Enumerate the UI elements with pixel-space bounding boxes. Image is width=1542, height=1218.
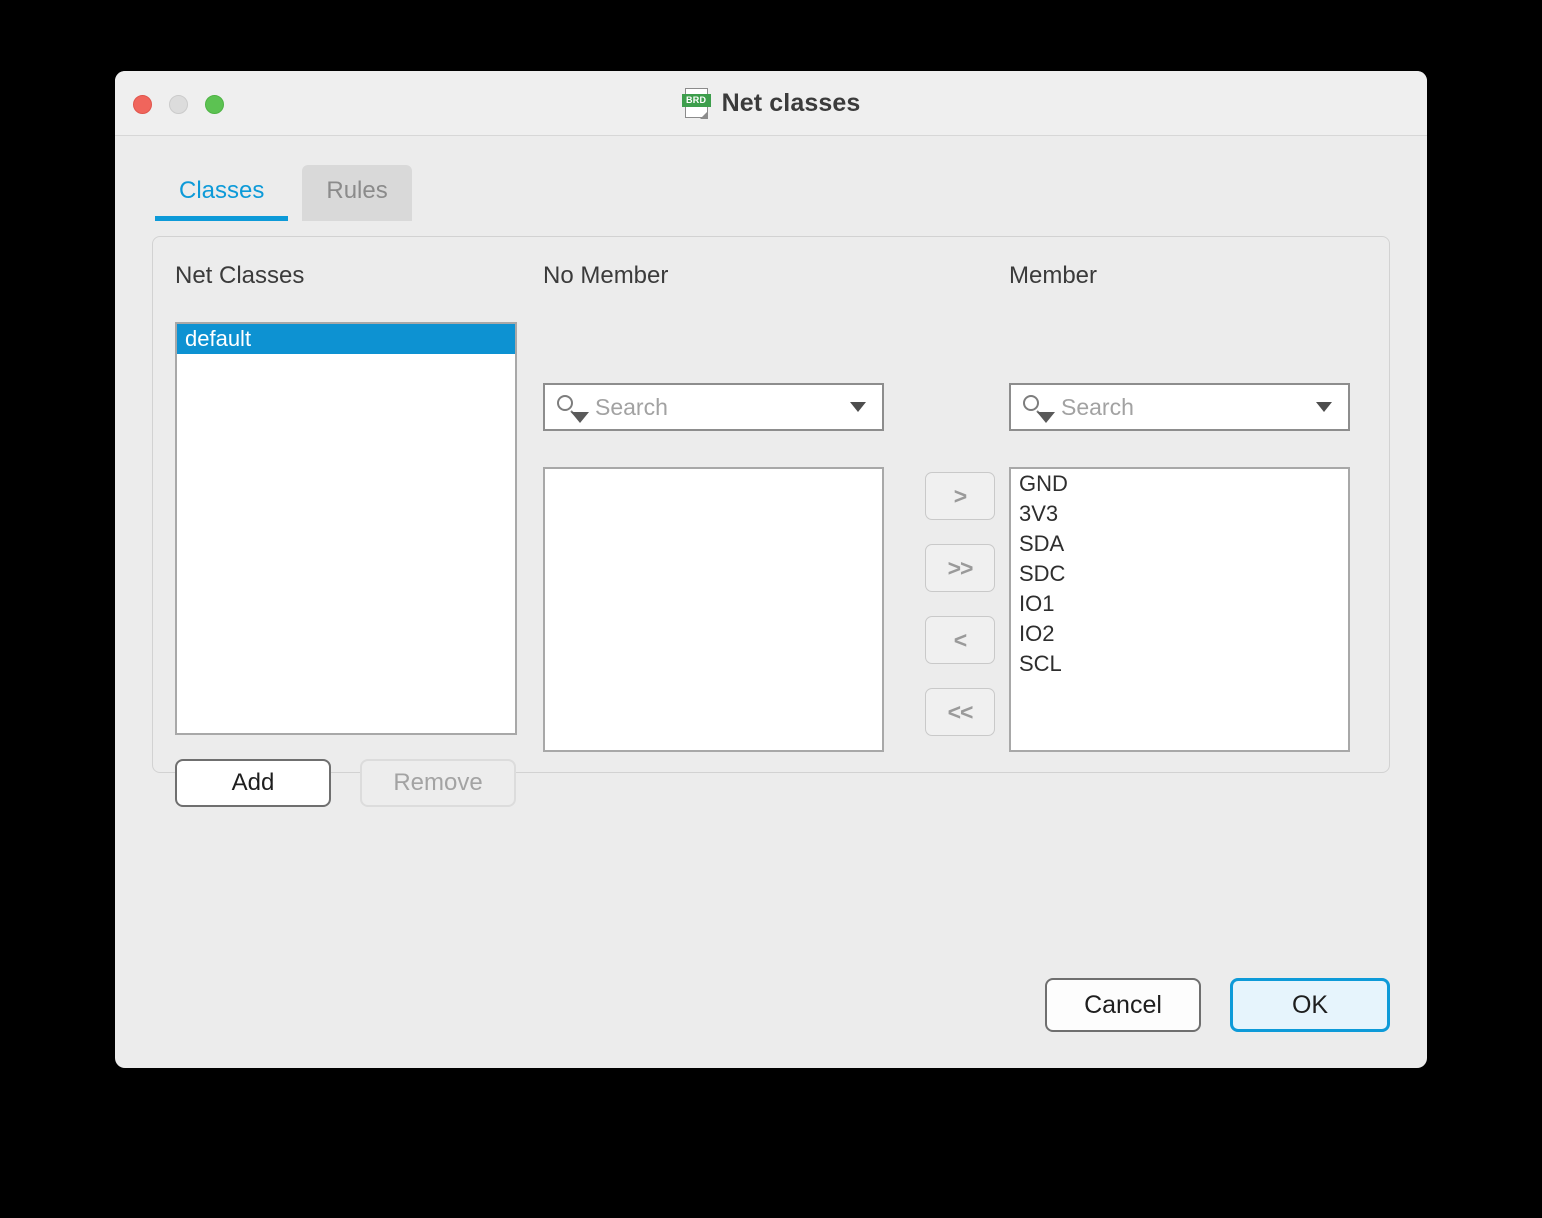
net-classes-dialog: BRD Net classes Classes Rules Net Classe… [115, 71, 1427, 1068]
search-icon [555, 392, 589, 423]
chevron-down-icon[interactable] [1316, 402, 1332, 412]
window-title-group: BRD Net classes [115, 87, 1427, 120]
window-title: Net classes [721, 89, 861, 117]
list-item[interactable]: SDC [1011, 559, 1348, 589]
add-button[interactable]: Add [175, 759, 331, 807]
tab-rules[interactable]: Rules [302, 165, 412, 221]
list-item[interactable]: 3V3 [1011, 499, 1348, 529]
tab-classes[interactable]: Classes [155, 165, 289, 221]
document-fold-corner [699, 111, 708, 119]
ok-button[interactable]: OK [1230, 978, 1390, 1032]
no-member-search-combo[interactable]: Search [543, 383, 884, 431]
move-all-right-button[interactable]: >> [925, 544, 995, 592]
no-member-label: No Member [543, 262, 669, 289]
brd-badge-label: BRD [681, 94, 711, 107]
member-search-combo[interactable]: Search [1009, 383, 1350, 431]
list-item[interactable]: IO2 [1011, 619, 1348, 649]
move-left-button[interactable]: < [925, 616, 995, 664]
member-label: Member [1009, 262, 1098, 289]
no-member-listbox[interactable] [543, 467, 884, 752]
list-item[interactable]: SDA [1011, 529, 1348, 559]
move-right-button[interactable]: > [925, 472, 995, 520]
list-item[interactable]: SCL [1011, 649, 1348, 679]
chevron-down-icon[interactable] [850, 402, 866, 412]
search-icon-glass [1023, 395, 1039, 411]
net-classes-label: Net Classes [175, 262, 305, 289]
member-listbox[interactable]: GND 3V3 SDA SDC IO1 IO2 SCL [1009, 467, 1350, 752]
net-classes-listbox[interactable]: default [175, 322, 517, 735]
list-item[interactable]: IO1 [1011, 589, 1348, 619]
list-item[interactable]: default [177, 324, 515, 354]
member-search-input[interactable]: Search [1061, 394, 1316, 421]
search-options-caret-icon[interactable] [1037, 412, 1055, 423]
search-icon [1021, 392, 1055, 423]
tab-bar: Classes Rules [155, 165, 412, 221]
cancel-button[interactable]: Cancel [1045, 978, 1201, 1032]
list-item[interactable]: GND [1011, 469, 1348, 499]
classes-panel: Net Classes No Member Member default Add… [152, 236, 1390, 807]
move-all-left-button[interactable]: << [925, 688, 995, 736]
remove-button[interactable]: Remove [360, 759, 516, 807]
search-icon-glass [557, 395, 573, 411]
search-options-caret-icon[interactable] [571, 412, 589, 423]
no-member-search-input[interactable]: Search [595, 394, 850, 421]
brd-document-icon: BRD [681, 87, 711, 120]
window-titlebar: BRD Net classes [115, 71, 1427, 136]
